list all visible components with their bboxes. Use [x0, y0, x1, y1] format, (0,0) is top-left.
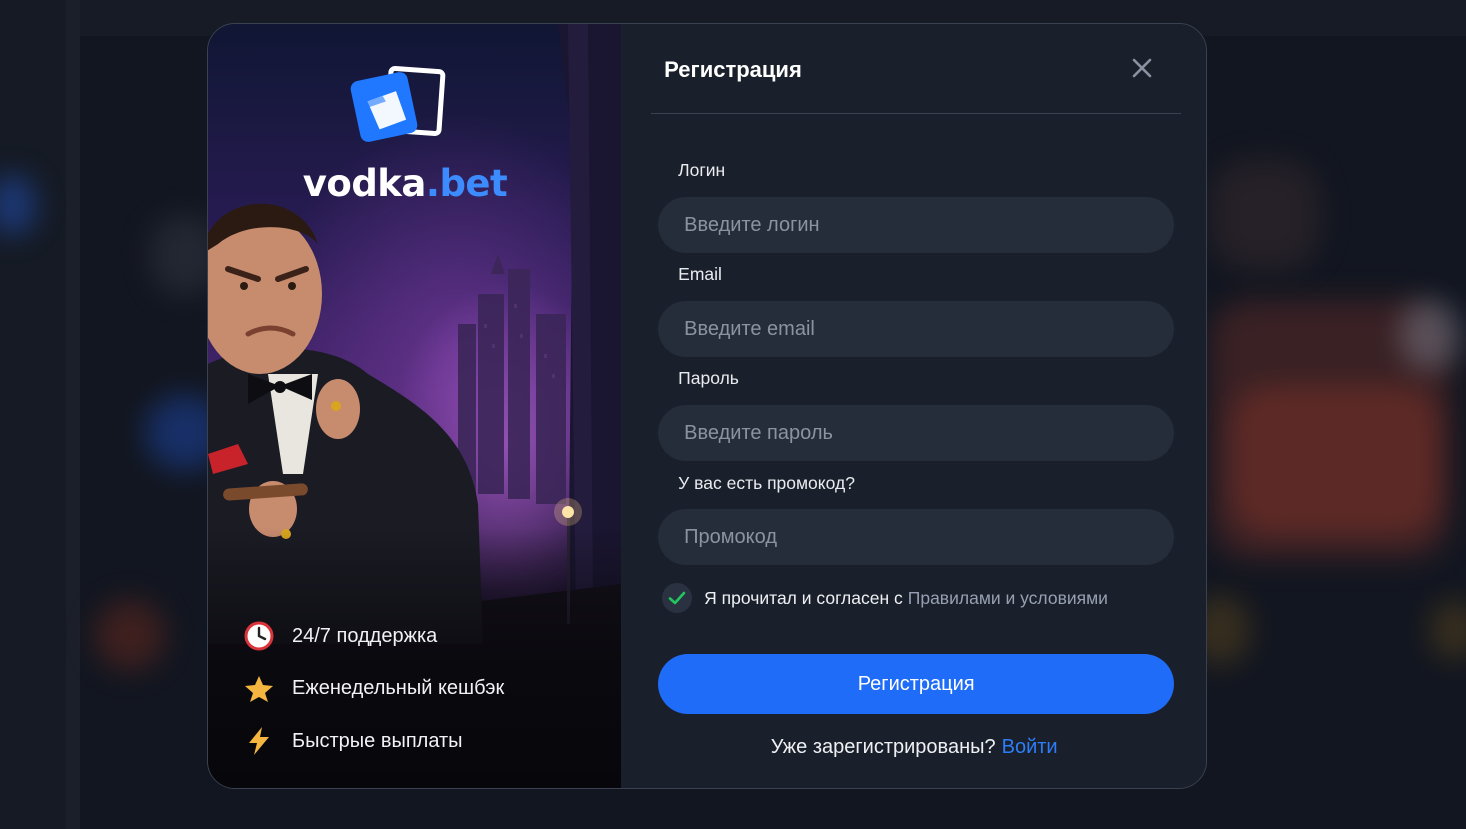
register-button[interactable]: Регистрация: [658, 654, 1175, 714]
registration-form: Регистрация Логин Email Пароль У вас ест…: [621, 24, 1206, 788]
promo-code-input[interactable]: [658, 509, 1175, 565]
header-divider: [651, 113, 1182, 114]
promo-panel: vodka.bet 24/7 поддержка Еженедельный ке…: [208, 24, 622, 788]
password-input[interactable]: [658, 405, 1175, 461]
terms-checkbox[interactable]: [662, 583, 693, 613]
terms-agreement-text: Я прочитал и согласен с: [704, 587, 903, 608]
feature-list: 24/7 поддержка Еженедельный кешбэк Быстр…: [244, 610, 504, 768]
terms-agreement: Я прочитал и согласен с Правилами и усло…: [662, 583, 1108, 613]
login-link[interactable]: Войти: [1002, 736, 1058, 758]
feature-item-payouts: Быстрые выплаты: [244, 715, 504, 768]
login-input[interactable]: [658, 197, 1175, 253]
clock-icon: [244, 621, 274, 651]
feature-label: Быстрые выплаты: [292, 729, 463, 752]
checkmark-icon: [668, 591, 686, 605]
feature-item-cashback: Еженедельный кешбэк: [244, 663, 504, 716]
promo-code-label: У вас есть промокод?: [678, 473, 855, 493]
email-label: Email: [678, 264, 722, 284]
close-button[interactable]: [1129, 55, 1155, 81]
terms-link[interactable]: Правилами и условиями: [908, 588, 1108, 609]
star-icon: [244, 674, 274, 704]
login-label: Логин: [678, 160, 726, 180]
feature-item-support: 24/7 поддержка: [244, 610, 504, 663]
feature-label: Еженедельный кешбэк: [292, 677, 505, 700]
password-label: Пароль: [678, 368, 739, 388]
backdrop-sidebar: [0, 0, 80, 829]
close-icon: [1132, 58, 1152, 78]
feature-label: 24/7 поддержка: [292, 624, 438, 647]
login-question: Уже зарегистрированы?: [770, 736, 996, 758]
registration-modal: vodka.bet 24/7 поддержка Еженедельный ке…: [207, 23, 1207, 789]
login-prompt: Уже зарегистрированы? Войти: [621, 736, 1206, 759]
brand-logo-icon: [350, 66, 446, 142]
lightning-icon: [244, 726, 274, 756]
email-input[interactable]: [658, 301, 1175, 357]
modal-title: Регистрация: [664, 57, 802, 82]
